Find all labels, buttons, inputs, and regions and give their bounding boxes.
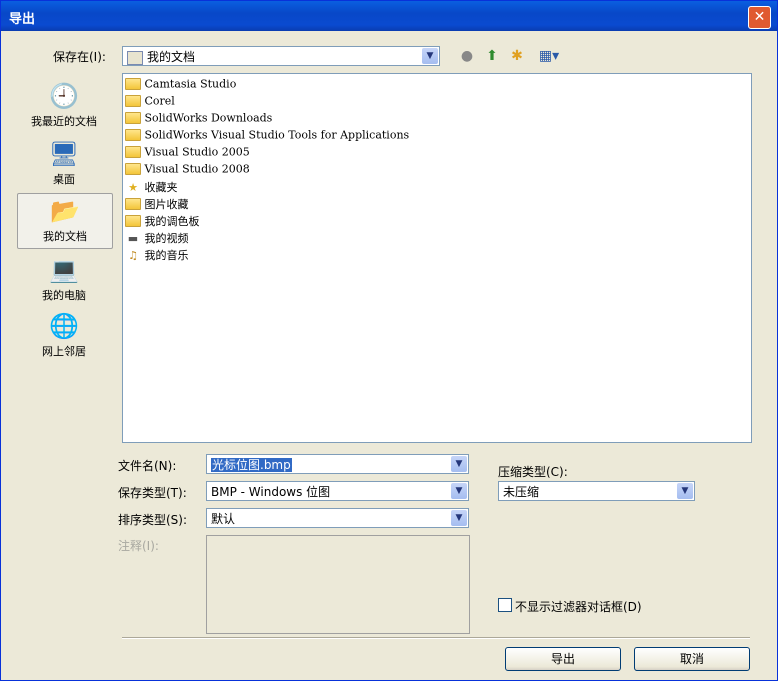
filetype-select[interactable]: BMP - Windows 位图 ▼ — [206, 481, 469, 501]
sorttype-select[interactable]: 默认 ▼ — [206, 508, 469, 528]
divider — [122, 637, 750, 639]
list-item[interactable]: Visual Studio 2008 — [125, 162, 250, 178]
place-desktop[interactable]: 🖥 桌面 — [17, 137, 111, 191]
note-textarea — [206, 535, 470, 634]
list-item[interactable]: Camtasia Studio — [125, 77, 236, 93]
desktop-icon: 🖥 — [48, 140, 80, 168]
favorites-icon: ★ — [128, 180, 138, 194]
folder-icon — [125, 95, 141, 107]
list-item[interactable]: SolidWorks Downloads — [125, 111, 272, 127]
chevron-down-icon[interactable]: ▼ — [677, 483, 693, 499]
back-icon[interactable]: ● — [458, 47, 476, 65]
chevron-down-icon[interactable]: ▼ — [422, 48, 438, 64]
save-in-label: 保存在(I): — [53, 50, 106, 64]
compression-label: 压缩类型(C): — [498, 465, 568, 479]
compression-value: 未压缩 — [503, 485, 540, 499]
place-my-computer[interactable]: 💻 我的电脑 — [17, 253, 111, 307]
list-item[interactable]: SolidWorks Visual Studio Tools for Appli… — [125, 128, 409, 144]
list-item[interactable]: 我的调色板 — [125, 213, 200, 229]
list-item[interactable]: ▬ 我的视频 — [125, 230, 189, 246]
recent-documents-icon: 🕘 — [49, 82, 79, 110]
place-recent[interactable]: 🕘 我最近的文档 — [17, 79, 111, 133]
up-folder-icon[interactable]: ⬆ — [483, 47, 501, 65]
window-title: 导出 — [9, 12, 36, 27]
compression-select[interactable]: 未压缩 ▼ — [498, 481, 695, 501]
chevron-down-icon[interactable]: ▼ — [451, 510, 467, 526]
filename-input[interactable]: 光标位图.bmp ▼ — [206, 454, 469, 474]
my-documents-small-icon — [127, 50, 143, 65]
folder-icon — [125, 129, 141, 141]
list-item[interactable]: Visual Studio 2005 — [125, 145, 250, 161]
filename-value: 光标位图.bmp — [211, 458, 292, 472]
cancel-button[interactable]: 取消 — [634, 647, 750, 671]
list-item[interactable]: Corel — [125, 94, 175, 110]
export-button[interactable]: 导出 — [505, 647, 621, 671]
list-item[interactable]: 图片收藏 — [125, 196, 189, 212]
filetype-label: 保存类型(T): — [118, 486, 187, 500]
sorttype-value: 默认 — [211, 512, 236, 526]
place-label: 网上邻居 — [42, 345, 86, 358]
folder-icon — [125, 163, 141, 175]
title-bar[interactable]: 导出 ✕ — [1, 1, 777, 31]
note-label: 注释(I): — [118, 539, 159, 553]
place-my-documents[interactable]: 📂 我的文档 — [17, 193, 113, 249]
filename-label: 文件名(N): — [118, 459, 177, 473]
pictures-folder-icon — [125, 198, 141, 210]
palette-folder-icon — [125, 215, 141, 227]
place-network[interactable]: 🌐 网上邻居 — [17, 309, 111, 363]
close-icon: ✕ — [753, 9, 766, 25]
place-label: 桌面 — [53, 173, 75, 186]
filetype-value: BMP - Windows 位图 — [211, 485, 331, 499]
place-label: 我的电脑 — [42, 289, 86, 302]
save-in-value: 我的文档 — [147, 50, 196, 64]
my-documents-icon: 📂 — [50, 197, 80, 225]
network-places-icon: 🌐 — [49, 312, 79, 340]
new-folder-icon[interactable]: ✱ — [508, 47, 526, 65]
folder-icon — [125, 146, 141, 158]
folder-icon — [125, 112, 141, 124]
video-folder-icon: ▬ — [127, 231, 139, 245]
save-in-combo[interactable]: 我的文档 ▼ — [122, 46, 440, 66]
list-item[interactable]: ★ 收藏夹 — [125, 179, 177, 195]
list-item[interactable]: ♫ 我的音乐 — [125, 247, 188, 263]
place-label: 我的文档 — [43, 230, 87, 243]
hide-filter-dialog-label[interactable]: 不显示过滤器对话框(D) — [515, 598, 642, 615]
sorttype-label: 排序类型(S): — [118, 513, 188, 527]
folder-icon — [125, 78, 141, 90]
places-bar: 🕘 我最近的文档 🖥 桌面 📂 我的文档 💻 我的电脑 🌐 网上邻居 — [17, 73, 113, 433]
export-dialog: 导出 ✕ 保存在(I): 我的文档 ▼ ● ⬆ ✱ ▦▾ 🕘 我最近的文档 🖥 … — [0, 0, 778, 681]
music-folder-icon: ♫ — [128, 248, 138, 262]
file-list[interactable]: Camtasia Studio Corel SolidWorks Downloa… — [122, 73, 752, 443]
view-menu-icon[interactable]: ▦▾ — [536, 47, 562, 65]
hide-filter-dialog-checkbox[interactable] — [498, 598, 512, 612]
chevron-down-icon[interactable]: ▼ — [451, 456, 467, 472]
close-button[interactable]: ✕ — [748, 6, 771, 29]
my-computer-icon: 💻 — [49, 256, 79, 284]
chevron-down-icon[interactable]: ▼ — [451, 483, 467, 499]
place-label: 我最近的文档 — [31, 115, 97, 128]
